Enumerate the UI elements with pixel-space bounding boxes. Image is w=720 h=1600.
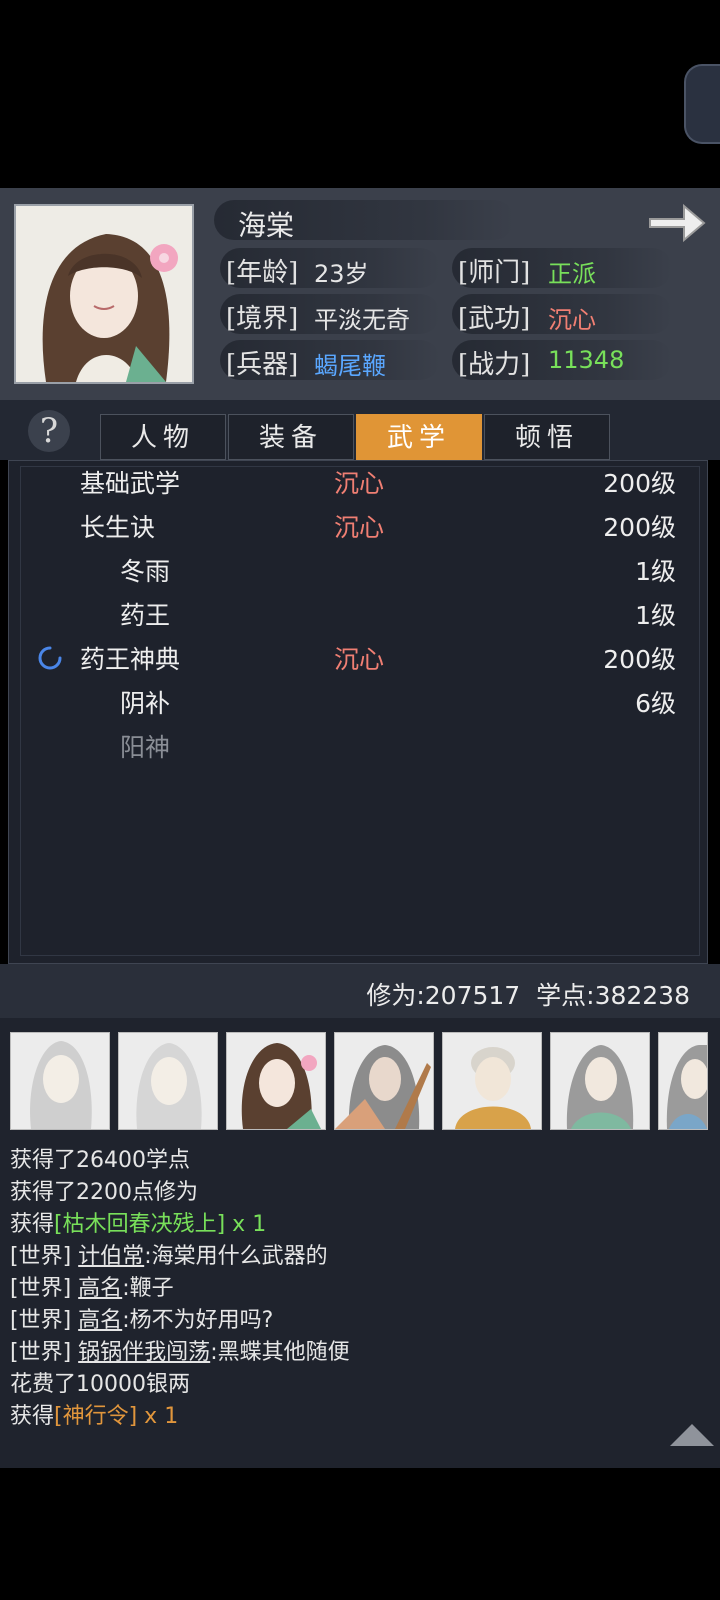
log-line: 获得[神行令] x 1 — [10, 1404, 179, 1429]
xuedian-label: 学点: — [536, 981, 595, 1010]
skill-level: 200级 — [603, 469, 676, 498]
log-line: 获得了2200点修为 — [10, 1180, 198, 1205]
cultivation-stats: 修为:207517 学点:382238 — [366, 976, 690, 1012]
log-line: [世界] 锅锅伴我闯荡:黑蝶其他随便 — [10, 1340, 350, 1365]
stat-label-weapon: [兵器] — [226, 350, 299, 380]
side-menu-handle[interactable] — [684, 64, 720, 144]
skill-state: 沉心 — [334, 513, 385, 542]
skill-name: 阳神 — [120, 733, 171, 762]
log-line: 获得[枯木回春决残上] x 1 — [10, 1212, 267, 1237]
log-line: [世界] 计伯常:海棠用什么武器的 — [10, 1244, 328, 1269]
stat-label-sect: [师门] — [458, 258, 531, 288]
skill-level: 1级 — [635, 601, 676, 630]
player-name-link[interactable]: 计伯常 — [78, 1244, 144, 1269]
xuedian-value: 382238 — [594, 981, 690, 1010]
stat-value-weapon[interactable]: 蝎尾鞭 — [314, 346, 386, 381]
log-line: [世界] 高名:杨不为好用吗? — [10, 1308, 274, 1333]
log-line: 获得了26400学点 — [10, 1148, 190, 1173]
xiuwei-value: 207517 — [424, 981, 521, 1010]
scroll-up-triangle-icon[interactable] — [670, 1424, 714, 1446]
companion-portrait[interactable] — [550, 1032, 650, 1130]
log-line: [世界] 高名:鞭子 — [10, 1276, 174, 1301]
skill-level: 200级 — [603, 513, 676, 542]
stat-value-sect: 正派 — [548, 260, 596, 288]
skill-name: 药王 — [120, 601, 171, 630]
skill-level: 6级 — [635, 689, 676, 718]
skill-state: 沉心 — [334, 645, 385, 674]
skill-name: 冬雨 — [120, 557, 171, 586]
skill-row[interactable]: 药王 1级 — [20, 592, 700, 636]
skill-name: 基础武学 — [80, 469, 181, 498]
companion-portrait[interactable] — [442, 1032, 542, 1130]
companion-portrait[interactable] — [334, 1032, 434, 1130]
tab-character[interactable]: 人物 — [100, 414, 226, 460]
stat-value-realm: 平淡无奇 — [314, 306, 410, 334]
companion-portrait[interactable] — [658, 1032, 708, 1130]
skill-level: 1级 — [635, 557, 676, 586]
skill-row[interactable]: 冬雨 1级 — [20, 548, 700, 592]
skill-row[interactable]: 阳神 — [20, 724, 700, 768]
skill-row[interactable]: 基础武学 沉心 200级 — [20, 460, 700, 504]
player-name-link[interactable]: 高名 — [78, 1308, 122, 1333]
player-name-link[interactable]: 锅锅伴我闯荡 — [78, 1340, 210, 1365]
loading-spinner-icon — [38, 646, 62, 674]
tab-martial-arts[interactable]: 武学 — [356, 414, 482, 460]
tab-equipment[interactable]: 装备 — [228, 414, 354, 460]
skill-row[interactable]: 药王神典 沉心 200级 — [20, 636, 700, 680]
next-character-arrow-icon[interactable] — [646, 200, 708, 246]
companion-portrait[interactable] — [118, 1032, 218, 1130]
tab-enlightenment[interactable]: 顿悟 — [484, 414, 610, 460]
companion-portrait[interactable] — [10, 1032, 110, 1130]
stat-label-martial: [武功] — [458, 304, 531, 334]
skill-name: 药王神典 — [80, 645, 181, 674]
skill-name: 长生诀 — [80, 513, 156, 542]
item-link[interactable]: [枯木回春决残上] — [54, 1212, 225, 1237]
skill-state: 沉心 — [334, 469, 385, 498]
stat-value-martial: 沉心 — [548, 306, 596, 334]
skill-row[interactable]: 长生诀 沉心 200级 — [20, 504, 700, 548]
stat-label-realm: [境界] — [226, 304, 299, 334]
skill-level: 200级 — [603, 645, 676, 674]
character-portrait — [14, 204, 194, 384]
skill-name: 阴补 — [120, 689, 171, 718]
stat-value-age: 23岁 — [314, 260, 369, 288]
stat-value-power: 11348 — [548, 346, 625, 374]
help-button[interactable]: ? — [28, 410, 70, 452]
stat-label-age: [年龄] — [226, 258, 299, 288]
character-name: 海棠 — [238, 209, 295, 242]
log-line: 花费了10000银两 — [10, 1372, 190, 1397]
player-name-link[interactable]: 高名 — [78, 1276, 122, 1301]
stat-label-power: [战力] — [458, 350, 531, 380]
item-link[interactable]: [神行令] — [54, 1404, 137, 1429]
companion-portrait[interactable] — [226, 1032, 326, 1130]
xiuwei-label: 修为: — [366, 981, 425, 1010]
skill-row[interactable]: 阴补 6级 — [20, 680, 700, 724]
